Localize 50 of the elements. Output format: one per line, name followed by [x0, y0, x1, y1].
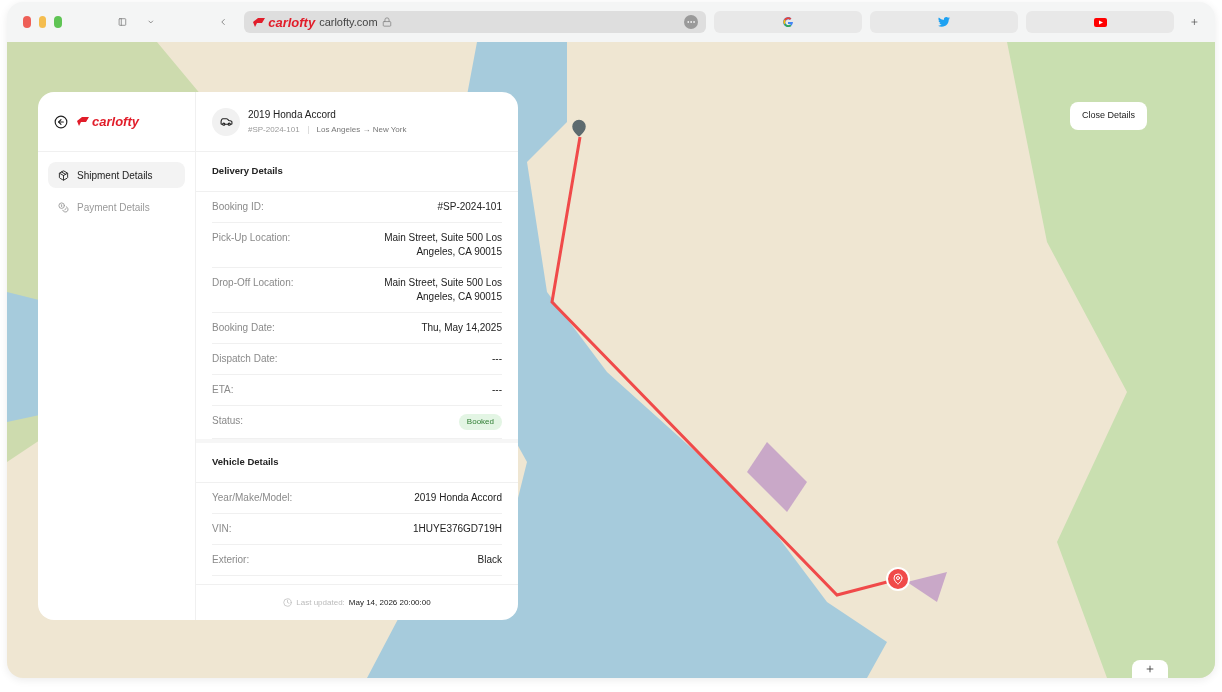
field-label: Booking ID:: [212, 200, 264, 214]
field-label: Booking Date:: [212, 321, 275, 335]
field-value: Main Street, Suite 500 Los Angeles, CA 90015: [383, 276, 502, 304]
field-label: Pick-Up Location:: [212, 231, 291, 245]
last-updated-label: Last updated:: [296, 596, 345, 609]
field-label: Drop-Off Location:: [212, 276, 294, 290]
google-icon: [782, 16, 795, 28]
sidebar-toggle-icon[interactable]: [117, 15, 127, 29]
status-badge: Booked: [458, 414, 502, 430]
field-label: Status:: [212, 414, 244, 428]
package-icon: [58, 169, 69, 181]
field-value: Thu, May 14,2025: [421, 321, 502, 335]
shipment-id: #SP-2024-101: [248, 124, 300, 136]
coins-icon: [58, 201, 69, 213]
bird-icon: [938, 17, 951, 27]
airport-area: [907, 572, 947, 602]
field-label: ETA:: [212, 383, 234, 397]
clock-icon: [283, 598, 293, 607]
browser-tab[interactable]: [1026, 11, 1175, 33]
field-value: ---: [492, 383, 502, 397]
field-value: #SP-2024-101: [437, 200, 502, 214]
browser-tab[interactable]: [870, 11, 1019, 33]
field-value: Black: [477, 553, 502, 567]
brand-logo: carlofty: [252, 15, 316, 29]
sidebar-item[interactable]: Shipment Details: [48, 162, 185, 188]
section-heading: Vehicle Details: [212, 455, 279, 470]
field-label: Year/Make/Model:: [212, 491, 293, 505]
origin-pin-icon: [570, 119, 588, 137]
field-value: ---: [492, 352, 502, 366]
plus-icon: [1145, 664, 1155, 674]
address-bar[interactable]: carlofty carlofty.com: [244, 11, 707, 33]
zoom-in-button[interactable]: [1132, 660, 1168, 678]
close-details-button[interactable]: Close Details: [1070, 102, 1148, 130]
field-label: Dispatch Date:: [212, 352, 278, 366]
last-updated-time: May 14, 2026 20:00:00: [348, 596, 431, 609]
lock-icon: [381, 17, 392, 27]
field-value: 1HUYE376GD719H: [413, 522, 502, 536]
vehicle-title: 2019 Honda Accord: [248, 108, 337, 122]
more-icon[interactable]: [684, 15, 699, 29]
field-value: 2019 Honda Accord: [414, 491, 502, 505]
section-heading: Delivery Details: [212, 164, 283, 179]
airport-area: [747, 442, 807, 512]
route-text: Los Angeles → New York: [316, 124, 407, 136]
play-icon: [1093, 17, 1107, 27]
field-label: Exterior:: [212, 553, 250, 567]
car-avatar: [212, 107, 240, 136]
field-value: Main Street, Suite 500 Los Angeles, CA 90015: [383, 231, 502, 259]
brand-logo: carlofty: [76, 115, 139, 128]
field-label: VIN:: [212, 522, 232, 536]
url-text: carlofty.com: [319, 14, 378, 30]
